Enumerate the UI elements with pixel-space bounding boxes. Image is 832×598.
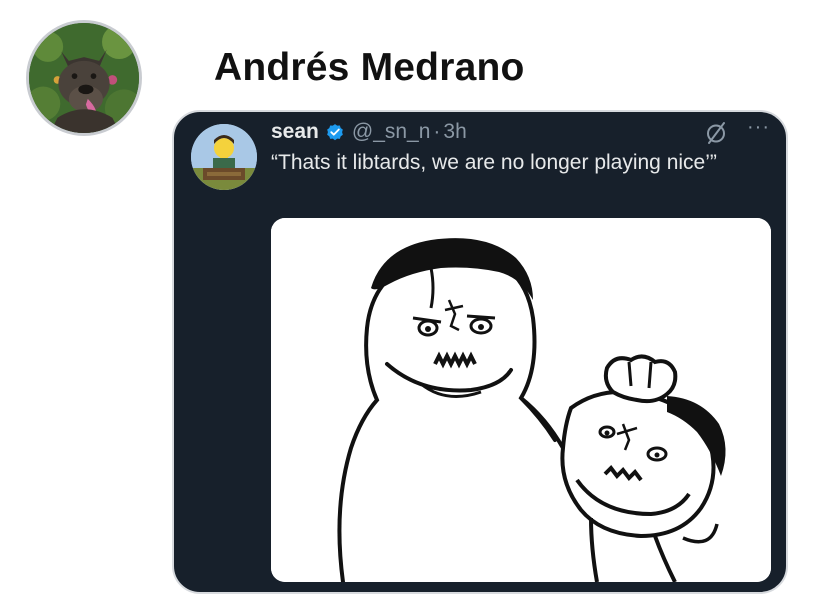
grok-slash-icon[interactable] <box>705 121 727 145</box>
post-container: Andrés Medrano sean @_sn_n · 3h ··· “Tha… <box>0 0 832 598</box>
author-name[interactable]: Andrés Medrano <box>214 46 525 90</box>
tweet-handle[interactable]: @_sn_n <box>352 120 431 144</box>
cartoon-avatar-icon <box>191 124 257 190</box>
quoted-tweet-card[interactable]: sean @_sn_n · 3h ··· “Thats it libtards,… <box>172 110 788 594</box>
tweet-text: “Thats it libtards, we are no longer pla… <box>271 151 717 174</box>
tweet-media-meme-image[interactable] <box>271 218 771 582</box>
tweet-separator: · <box>433 120 441 143</box>
dog-photo-icon <box>29 23 139 133</box>
more-options-icon[interactable]: ··· <box>747 116 770 139</box>
verified-check-icon <box>325 122 345 142</box>
author-avatar[interactable] <box>26 20 142 136</box>
tweet-timestamp[interactable]: 3h <box>443 120 466 144</box>
tweet-display-name[interactable]: sean <box>271 120 319 144</box>
meme-drawing <box>271 218 771 582</box>
tweet-header: sean @_sn_n · 3h <box>271 120 467 144</box>
tweet-author-avatar[interactable] <box>191 124 257 190</box>
